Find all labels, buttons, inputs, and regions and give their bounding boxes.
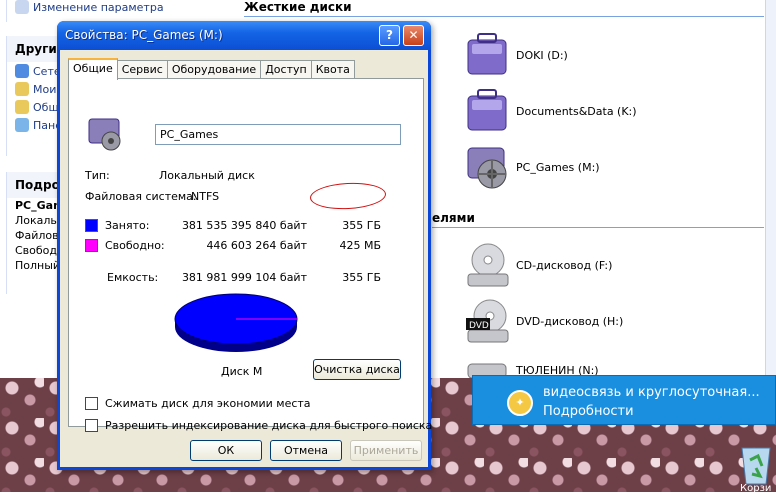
disk-cleanup-button[interactable]: Очистка диска: [313, 359, 401, 380]
free-color-swatch: [85, 239, 98, 252]
tab-general[interactable]: Общие: [68, 58, 118, 80]
used-size: 355 ГБ: [342, 219, 381, 232]
notification-balloon[interactable]: ✦ видеосвязь и круглосуточная... Подробн…: [472, 375, 776, 425]
drive-item-documents-data[interactable]: Documents&Data (K:): [464, 88, 637, 134]
drive-label: CD-дисковод (F:): [516, 258, 613, 272]
capacity-size: 355 ГБ: [342, 271, 381, 284]
filesystem-label: Файловая система:: [85, 190, 197, 203]
drive-label: PC_Games (M:): [516, 160, 600, 174]
notification-details-link[interactable]: Подробности: [543, 404, 634, 419]
settings-icon: [15, 0, 29, 14]
properties-dialog: Свойства: PC_Games (M:) ? ✕ Общие Сервис…: [57, 21, 432, 470]
task-item-change-setting[interactable]: Изменение параметра: [7, 0, 230, 16]
used-color-swatch: [85, 219, 98, 232]
cancel-button[interactable]: Отмена: [270, 440, 342, 461]
used-bytes: 381 535 395 840 байт: [181, 219, 307, 232]
compress-label: Сжимать диск для экономии места: [105, 397, 311, 410]
drive-item-dvd[interactable]: DVD DVD-дисковод (H:): [464, 298, 623, 344]
task-panel-tasks: Изменение параметра: [6, 0, 230, 22]
drive-item-pc-games[interactable]: PC_Games (M:): [464, 144, 600, 190]
group-divider: [432, 227, 764, 228]
dvd-drive-icon: DVD: [466, 299, 509, 343]
vertical-scrollbar[interactable]: [765, 0, 776, 378]
compress-checkbox[interactable]: [85, 397, 98, 410]
recycle-bin-label: Корзи: [740, 483, 772, 494]
capacity-label: Емкость:: [107, 271, 159, 284]
ok-button[interactable]: ОК: [190, 440, 262, 461]
control-panel-icon: [15, 118, 29, 132]
place-label: Общ: [33, 100, 59, 114]
drive-label: DVD-дисковод (H:): [516, 314, 624, 328]
star-icon: ✦: [507, 390, 533, 416]
general-tab-panel: PC_Games Тип: Локальный диск Файловая си…: [68, 78, 432, 432]
folder-icon: [15, 82, 29, 96]
folder-icon: [15, 100, 29, 114]
shared-drive-icon: [88, 118, 121, 151]
free-size: 425 МБ: [339, 239, 381, 252]
help-button[interactable]: ?: [379, 25, 400, 46]
dialog-titlebar[interactable]: Свойства: PC_Games (M:) ? ✕: [57, 21, 431, 50]
tab-service[interactable]: Сервис: [116, 60, 168, 79]
disk-usage-pie: [174, 293, 298, 352]
separator: [85, 389, 409, 390]
capacity-bytes: 381 981 999 104 байт: [181, 271, 307, 284]
tab-sharing[interactable]: Доступ: [260, 60, 312, 79]
drive-label: DOKI (D:): [516, 48, 568, 62]
free-label: Свободно:: [105, 239, 165, 252]
hard-drive-icon: [467, 89, 507, 131]
separator: [85, 158, 409, 159]
shared-drive-icon: [467, 147, 507, 189]
dialog-client: Общие Сервис Оборудование Доступ Квота P…: [60, 50, 432, 467]
free-bytes: 446 603 264 байт: [206, 239, 307, 252]
group-header-removable: елями: [432, 211, 475, 225]
index-label: Разрешить индексирование диска для быстр…: [105, 419, 433, 432]
separator: [85, 211, 409, 212]
svg-text:DVD: DVD: [469, 321, 489, 331]
filesystem-value: NTFS: [191, 190, 220, 203]
group-header-hard-disks: Жесткие диски: [244, 0, 352, 14]
disk-label: Диск M: [221, 365, 263, 378]
drive-item-cd[interactable]: CD-дисковод (F:): [464, 242, 612, 288]
drive-label: Documents&Data (K:): [516, 104, 637, 118]
tab-quota[interactable]: Квота: [310, 60, 355, 79]
type-label: Тип:: [85, 169, 110, 182]
place-label: Мои: [33, 82, 57, 96]
separator: [85, 262, 409, 263]
tab-strip: Общие Сервис Оборудование Доступ Квота: [68, 58, 355, 80]
type-value: Локальный диск: [159, 169, 255, 182]
notification-text: видеосвязь и круглосуточная...: [543, 385, 760, 400]
cd-drive-icon: [467, 243, 509, 287]
drive-item-doki[interactable]: DOKI (D:): [464, 32, 568, 78]
apply-button[interactable]: Применить: [350, 440, 422, 461]
group-divider: [244, 16, 764, 17]
network-icon: [15, 64, 29, 78]
index-checkbox[interactable]: [85, 419, 98, 432]
close-button[interactable]: ✕: [403, 25, 424, 46]
used-label: Занято:: [105, 219, 150, 232]
tab-hardware[interactable]: Оборудование: [166, 60, 262, 79]
hard-drive-icon: [467, 33, 507, 75]
drive-name-input[interactable]: PC_Games: [155, 124, 401, 145]
task-item-label: Изменение параметра: [33, 0, 164, 14]
dialog-title: Свойства: PC_Games (M:): [65, 28, 223, 42]
